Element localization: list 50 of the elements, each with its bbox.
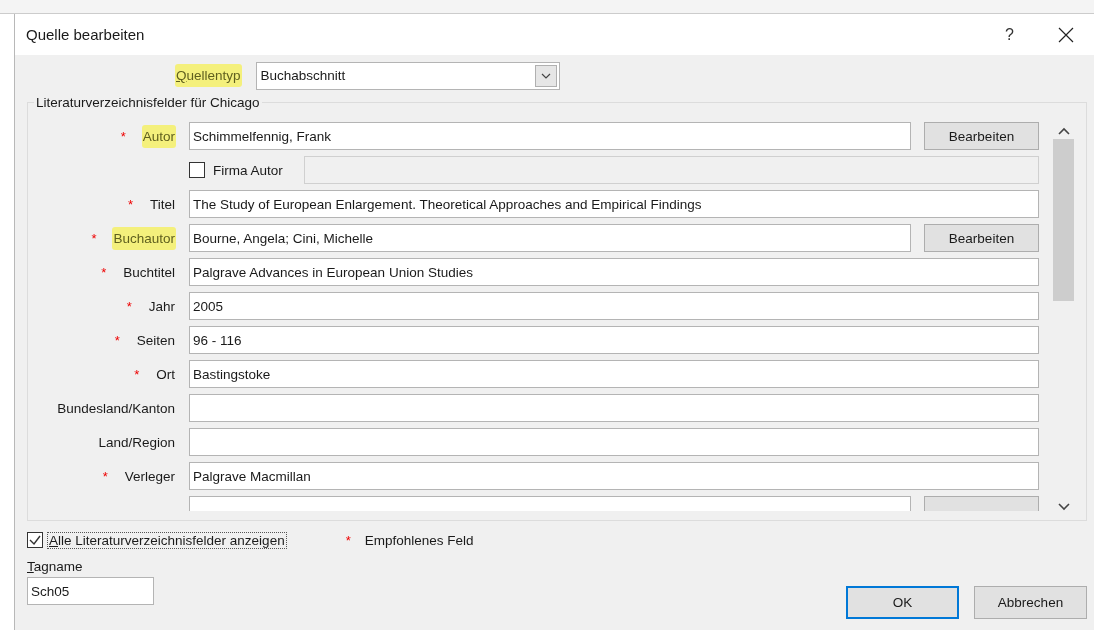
field-label: Buchtitel xyxy=(122,263,176,282)
source-type-label: Quellentyp xyxy=(175,64,242,87)
required-marker: * xyxy=(101,264,107,280)
required-marker: * xyxy=(345,532,351,548)
field-label: Land/Region xyxy=(97,433,176,452)
required-marker: * xyxy=(120,128,126,144)
window-title: Quelle bearbeiten xyxy=(26,26,146,43)
source-type-dropdown[interactable]: Buchabschnitt xyxy=(255,61,560,90)
required-marker: * xyxy=(127,196,133,212)
text-field[interactable]: Schimmelfennig, Frank xyxy=(189,122,911,150)
tag-name-field[interactable]: Sch05 xyxy=(27,577,154,605)
scrollbar-thumb[interactable] xyxy=(1053,139,1074,301)
cancel-button[interactable]: Abbrechen xyxy=(974,586,1087,619)
text-field[interactable] xyxy=(189,394,1039,422)
text-field[interactable]: Palgrave Advances in European Union Studies xyxy=(189,258,1039,286)
group-legend: Literaturverzeichnisfelder für Chicago xyxy=(34,95,262,110)
required-marker: * xyxy=(134,366,140,382)
text-field[interactable]: 2005 xyxy=(189,292,1039,320)
checkbox-label: Alle Literaturverzeichnisfelder anzeigen xyxy=(48,532,286,548)
edit-button[interactable]: Bearbeiten xyxy=(924,224,1039,252)
text-field[interactable]: Palgrave Macmillan xyxy=(189,462,1039,490)
field-label: Autor xyxy=(141,124,176,148)
checkbox[interactable] xyxy=(27,532,43,548)
checkbox[interactable] xyxy=(189,162,205,178)
text-field[interactable] xyxy=(189,428,1039,456)
required-marker: * xyxy=(102,468,108,484)
text-field[interactable]: 96 - 116 xyxy=(189,326,1039,354)
field-label: Seiten xyxy=(135,331,176,350)
help-button[interactable]: ? xyxy=(1005,25,1014,44)
tag-name-label: Tagname xyxy=(27,559,84,574)
ok-button[interactable]: OK xyxy=(846,586,959,619)
field-label: Verleger xyxy=(123,467,176,486)
required-marker: * xyxy=(91,230,97,246)
legend-text: Empfohlenes Feld xyxy=(364,532,474,548)
field-label: Buchautor xyxy=(112,226,176,250)
chevron-down-icon xyxy=(540,72,551,79)
chevron-up-icon[interactable] xyxy=(1057,127,1070,135)
checkbox-label: Firma Autor xyxy=(213,162,283,178)
edit-button[interactable]: Bearbeiten xyxy=(924,122,1039,150)
required-marker: * xyxy=(114,332,120,348)
close-icon[interactable] xyxy=(1058,26,1074,43)
text-field[interactable]: The Study of European Enlargement. Theoretical Approaches and Empirical Findings xyxy=(189,190,1039,218)
chevron-down-icon[interactable] xyxy=(1057,503,1070,511)
text-field[interactable]: Bastingstoke xyxy=(189,360,1039,388)
field-label: Bundesland/Kanton xyxy=(56,399,176,418)
required-marker: * xyxy=(126,298,132,314)
field-label: Ort xyxy=(155,365,176,384)
field-label: Jahr xyxy=(147,297,176,316)
text-field[interactable]: Bourne, Angela; Cini, Michelle xyxy=(189,224,911,252)
field-label: Titel xyxy=(149,195,176,214)
